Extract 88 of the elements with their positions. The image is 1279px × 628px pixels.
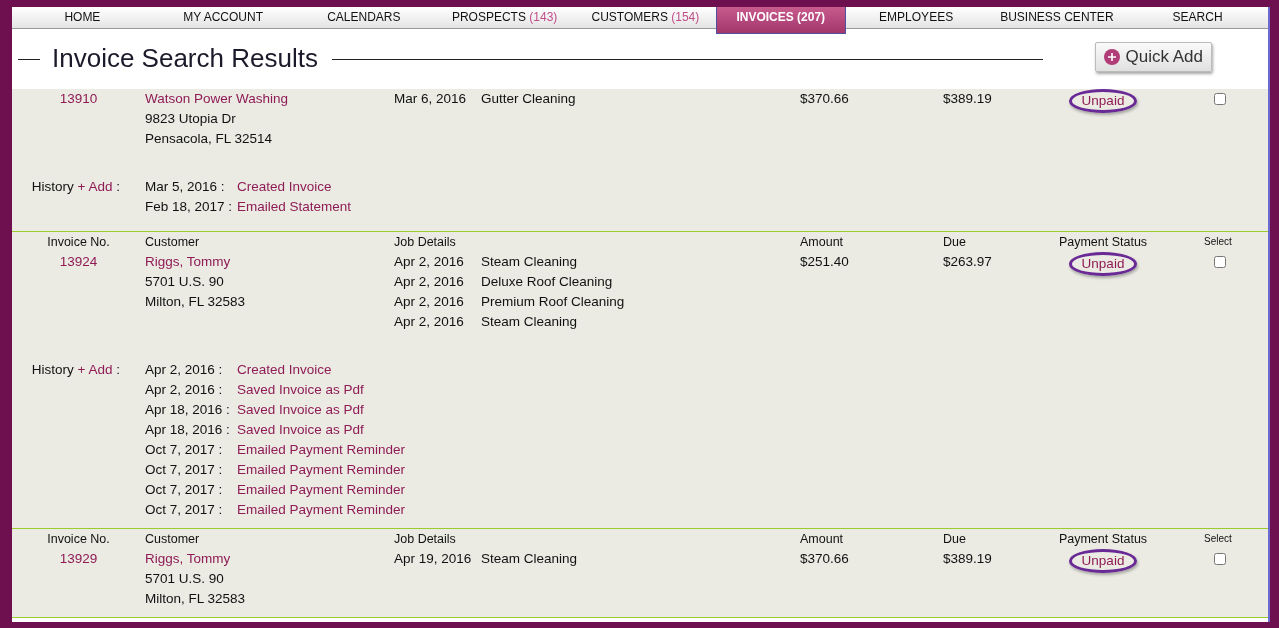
job-service: Steam Cleaning <box>481 314 578 329</box>
history-date: Apr 2, 2016 : <box>145 362 223 377</box>
invoice-number-link[interactable]: 13924 <box>59 254 98 269</box>
customer-name-link[interactable]: Riggs, Tommy <box>145 254 231 269</box>
colon-label: : <box>116 179 120 194</box>
history-date: Apr 18, 2016 : <box>145 402 230 417</box>
history-event-link[interactable]: Emailed Statement <box>237 199 352 214</box>
add-history-link[interactable]: + Add <box>77 179 113 194</box>
history-date: Oct 7, 2017 : <box>145 442 223 457</box>
customer-header: Customer <box>145 532 200 546</box>
due-header: Due <box>943 532 966 546</box>
select-checkbox[interactable] <box>1214 553 1226 565</box>
add-history-link[interactable]: + Add <box>77 362 113 377</box>
address-line: Milton, FL 32583 <box>145 591 246 606</box>
select-header: Select <box>1204 236 1232 247</box>
job-date: Mar 6, 2016 <box>394 91 467 106</box>
due-value: $389.19 <box>943 551 992 566</box>
nav-tab[interactable]: SEARCH <box>1127 7 1268 28</box>
amount-header: Amount <box>800 235 844 249</box>
history-label: History <box>31 362 74 377</box>
history-date: Apr 2, 2016 : <box>145 382 223 397</box>
address-line: 9823 Utopia Dr <box>145 111 236 126</box>
due-header: Due <box>943 235 966 249</box>
job-service: Premium Roof Cleaning <box>481 294 625 309</box>
job-details-header: Job Details <box>394 235 456 249</box>
history-event-link[interactable]: Emailed Payment Reminder <box>237 502 406 517</box>
nav-tab[interactable]: HOME <box>12 7 153 28</box>
job-date: Apr 19, 2016 <box>394 551 472 566</box>
job-service: Deluxe Roof Cleaning <box>481 274 613 289</box>
job-date: Apr 2, 2016 <box>394 274 464 289</box>
colon-label: : <box>116 362 120 377</box>
history-date: Oct 7, 2017 : <box>145 462 223 477</box>
history-event-link[interactable]: Created Invoice <box>237 179 332 194</box>
plus-icon <box>1103 49 1120 65</box>
job-date: Apr 2, 2016 <box>394 254 464 269</box>
history-event-link[interactable]: Saved Invoice as Pdf <box>237 402 364 417</box>
payment-status: Unpaid <box>1068 89 1138 113</box>
due-value: $389.19 <box>943 91 992 106</box>
amount-value: $251.40 <box>800 254 849 269</box>
address-line: Pensacola, FL 32514 <box>145 131 273 146</box>
history-event-link[interactable]: Saved Invoice as Pdf <box>237 422 364 437</box>
nav-tab[interactable]: CALENDARS <box>293 7 435 28</box>
customer-header: Customer <box>145 235 200 249</box>
select-checkbox[interactable] <box>1214 256 1226 268</box>
history-event-link[interactable]: Emailed Payment Reminder <box>237 482 406 497</box>
history-label: History <box>31 179 74 194</box>
nav-tab[interactable]: PROSPECTS (143) <box>434 7 575 28</box>
payment-status: Unpaid <box>1068 549 1138 573</box>
address-line: 5701 U.S. 90 <box>145 571 224 586</box>
history-date: Feb 18, 2017 : <box>145 199 233 214</box>
job-date: Apr 2, 2016 <box>394 314 464 329</box>
address-line: Milton, FL 32583 <box>145 294 246 309</box>
history-event-link[interactable]: Created Invoice <box>237 362 332 377</box>
history-event-link[interactable]: Saved Invoice as Pdf <box>237 382 364 397</box>
amount-header: Amount <box>800 532 844 546</box>
nav-tab[interactable]: CUSTOMERS (154) <box>575 7 716 28</box>
select-checkbox[interactable] <box>1214 93 1226 105</box>
due-value: $263.97 <box>943 254 992 269</box>
history-event-link[interactable]: Emailed Payment Reminder <box>237 442 406 457</box>
payment-status: Unpaid <box>1068 252 1138 276</box>
history-date: Oct 7, 2017 : <box>145 502 223 517</box>
invoice-number-link[interactable]: 13910 <box>59 91 98 106</box>
invoice-no-header: Invoice No. <box>47 235 110 249</box>
select-header: Select <box>1204 533 1232 544</box>
history-date: Mar 5, 2016 : <box>145 179 225 194</box>
invoice-no-header: Invoice No. <box>47 532 110 546</box>
history-event-link[interactable]: Emailed Payment Reminder <box>237 462 406 477</box>
payment-status-header: Payment Status <box>1058 532 1148 546</box>
history-date: Apr 18, 2016 : <box>145 422 230 437</box>
invoice-number-link[interactable]: 13929 <box>59 551 98 566</box>
nav-tab[interactable]: INVOICES (207) <box>715 7 846 34</box>
nav-tab[interactable]: BUSINESS CENTER <box>986 7 1128 28</box>
job-details-header: Job Details <box>394 532 456 546</box>
amount-value: $370.66 <box>800 551 849 566</box>
nav-tab[interactable]: EMPLOYEES <box>845 7 987 28</box>
customer-name-link[interactable]: Riggs, Tommy <box>145 551 231 566</box>
customer-name-link[interactable]: Watson Power Washing <box>145 91 289 106</box>
job-date: Apr 2, 2016 <box>394 294 464 309</box>
history-date: Oct 7, 2017 : <box>145 482 223 497</box>
page-title: Invoice Search Results <box>52 43 318 75</box>
address-line: 5701 U.S. 90 <box>145 274 224 289</box>
payment-status-header: Payment Status <box>1058 235 1148 249</box>
nav-tab[interactable]: MY ACCOUNT <box>152 7 294 28</box>
amount-value: $370.66 <box>800 91 849 106</box>
job-service: Gutter Cleaning <box>481 91 576 106</box>
job-service: Steam Cleaning <box>481 551 578 566</box>
job-service: Steam Cleaning <box>481 254 578 269</box>
quick-add-button[interactable]: Quick Add <box>1094 42 1212 72</box>
